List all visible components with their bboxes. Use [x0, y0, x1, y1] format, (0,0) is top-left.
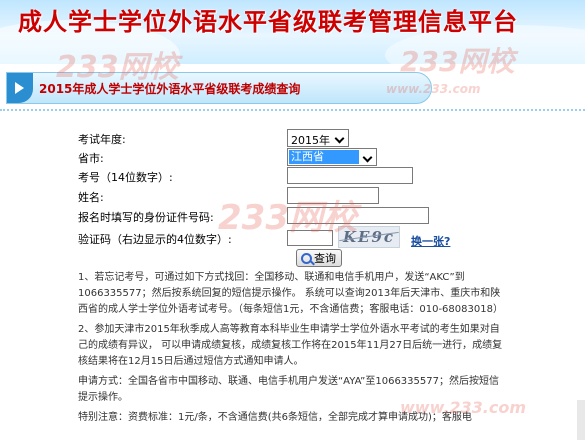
- captcha-label: 验证码（右边显示的4位数字）:: [78, 233, 232, 246]
- name-label: 姓名:: [78, 191, 104, 204]
- note-paragraph: 2、参加天津市2015年秋季成人高等教育本科毕业生申请学士学位外语水平考试的考生…: [78, 324, 503, 367]
- province-label: 省市:: [78, 152, 104, 165]
- exam-number-label: 考号（14位数字）:: [78, 171, 173, 184]
- query-button[interactable]: 查询: [296, 249, 342, 267]
- arrow-icon: [7, 73, 33, 103]
- watermark-logo: 233网校: [56, 50, 179, 85]
- refresh-captcha-link[interactable]: 换一张?: [411, 233, 450, 249]
- chevron-down-icon: [362, 151, 374, 163]
- watermark-domain: www.233.com: [400, 398, 527, 417]
- chevron-down-icon: [334, 132, 346, 144]
- id-number-label: 报名时填写的身份证件号码:: [78, 211, 214, 224]
- divider: [0, 109, 585, 111]
- province-select[interactable]: 江西省: [287, 148, 377, 166]
- search-icon: [301, 253, 312, 264]
- exam-number-input[interactable]: [287, 167, 413, 184]
- scrollbar[interactable]: [577, 400, 585, 440]
- note-paragraph: 1、若忘记考号，可通过如下方式找回：全国移动、联通和电信手机用户，发送“AKC”…: [78, 272, 503, 315]
- watermark-logo: 233网校: [218, 198, 357, 238]
- query-button-label: 查询: [314, 252, 336, 265]
- year-label: 考试年度:: [78, 133, 126, 146]
- watermark-domain: www.233.com: [386, 82, 481, 96]
- province-select-value: 江西省: [289, 150, 359, 164]
- year-select[interactable]: 2015年: [287, 129, 349, 147]
- year-select-value: 2015年: [291, 134, 330, 147]
- site-title: 成人学士学位外语水平省级联考管理信息平台: [18, 8, 518, 36]
- watermark-logo: 233网校: [400, 45, 515, 78]
